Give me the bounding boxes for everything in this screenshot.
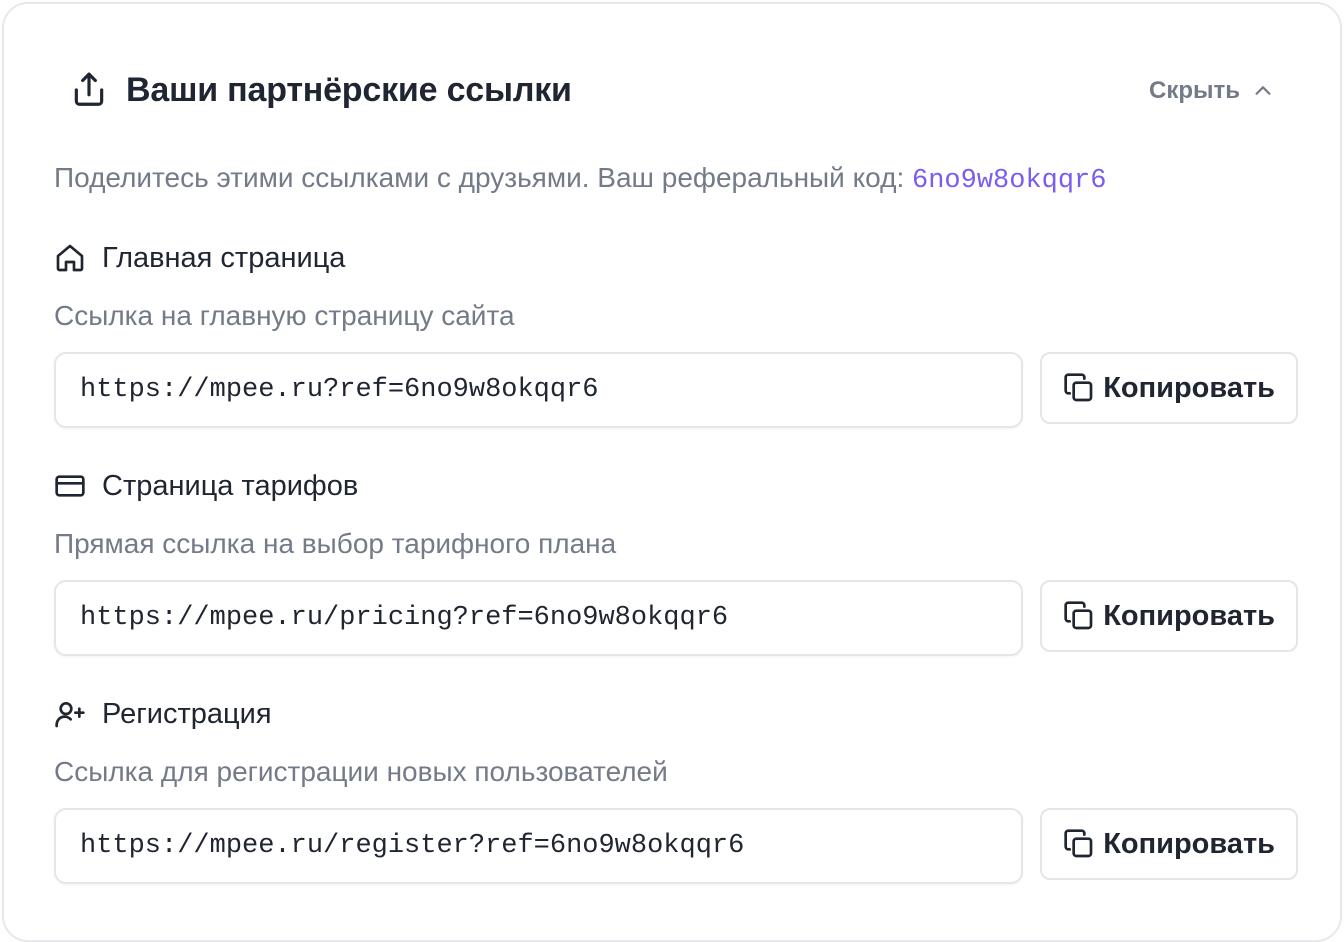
referral-links-card: Ваши партнёрские ссылки Скрыть Поделитес… xyxy=(2,2,1342,942)
section-title: Главная страница xyxy=(102,241,346,274)
link-row: https://mpee.ru/pricing?ref=6no9w8okqqr6… xyxy=(54,580,1298,656)
home-icon xyxy=(54,242,86,274)
link-section-register: Регистрация Ссылка для регистрации новых… xyxy=(54,696,1298,884)
share-upload-icon xyxy=(70,71,108,109)
section-description: Прямая ссылка на выбор тарифного плана xyxy=(54,528,617,559)
referral-code: 6no9w8okqqr6 xyxy=(912,166,1107,196)
credit-card-icon xyxy=(54,470,86,502)
section-title: Страница тарифов xyxy=(102,469,359,502)
link-section-home: Главная страница Ссылка на главную стран… xyxy=(54,240,1298,428)
copy-register-link-button[interactable]: Копировать xyxy=(1040,808,1298,880)
register-url-field[interactable]: https://mpee.ru/register?ref=6no9w8okqqr… xyxy=(54,808,1024,884)
chevron-up-icon xyxy=(1252,80,1274,102)
section-title: Регистрация xyxy=(102,697,272,730)
page-title: Ваши партнёрские ссылки xyxy=(126,70,572,109)
copy-button-label: Копировать xyxy=(1103,827,1275,860)
copy-icon xyxy=(1063,828,1095,860)
copy-home-link-button[interactable]: Копировать xyxy=(1040,352,1298,424)
intro-label: Поделитесь этими ссылками с друзьями. Ва… xyxy=(54,162,913,193)
copy-button-label: Копировать xyxy=(1103,599,1275,632)
card-header: Ваши партнёрские ссылки xyxy=(70,66,572,114)
hide-toggle-button[interactable]: Скрыть xyxy=(1149,74,1274,108)
hide-toggle-label: Скрыть xyxy=(1148,77,1240,104)
copy-icon xyxy=(1063,600,1095,632)
link-row: https://mpee.ru?ref=6no9w8okqqr6 Копиров… xyxy=(54,352,1298,428)
intro-text: Поделитесь этими ссылками с друзьями. Ва… xyxy=(54,162,1106,196)
link-section-pricing: Страница тарифов Прямая ссылка на выбор … xyxy=(54,468,1298,656)
section-description: Ссылка на главную страницу сайта xyxy=(54,300,515,331)
section-header: Регистрация xyxy=(54,696,1298,732)
link-row: https://mpee.ru/register?ref=6no9w8okqqr… xyxy=(54,808,1298,884)
copy-icon xyxy=(1063,372,1095,404)
pricing-url-field[interactable]: https://mpee.ru/pricing?ref=6no9w8okqqr6 xyxy=(54,580,1024,656)
copy-button-label: Копировать xyxy=(1103,371,1275,404)
home-url-field[interactable]: https://mpee.ru?ref=6no9w8okqqr6 xyxy=(54,352,1024,428)
section-header: Главная страница xyxy=(54,240,1298,276)
user-plus-icon xyxy=(54,698,86,730)
section-header: Страница тарифов xyxy=(54,468,1298,504)
copy-pricing-link-button[interactable]: Копировать xyxy=(1040,580,1298,652)
section-description: Ссылка для регистрации новых пользовател… xyxy=(54,756,668,787)
